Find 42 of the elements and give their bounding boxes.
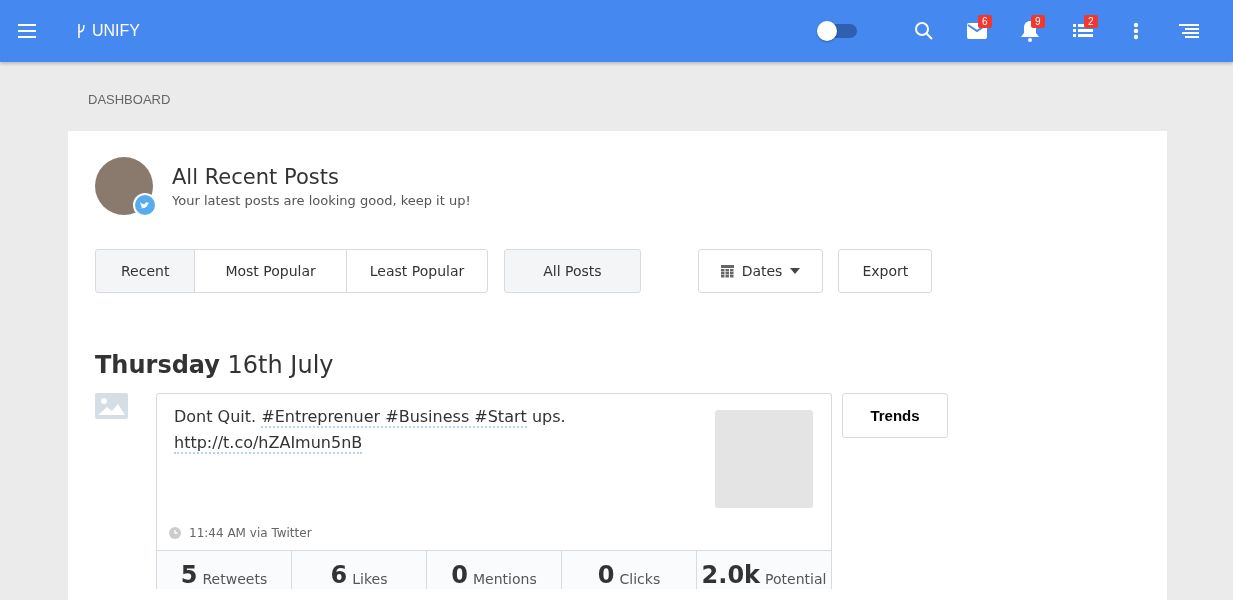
count-badge: 6	[978, 15, 992, 28]
stat-value: 0	[597, 561, 615, 589]
date-heading: Thursday 16th July	[95, 351, 335, 379]
post-text: Dont Quit. #Entreprenuer #Business #Start ups. http://t.co/hZAImun5nB	[174, 406, 567, 456]
count-badge: 9	[1031, 15, 1045, 28]
export-button[interactable]: Export	[838, 249, 933, 293]
brand-name: UNIFY	[92, 22, 140, 40]
sort-tab[interactable]: Recent	[95, 249, 196, 293]
stat-value: 5	[180, 561, 198, 589]
stat-value: 2.0k	[701, 561, 761, 589]
stat-value: 0	[451, 561, 468, 589]
trends-button[interactable]: Trends	[842, 393, 948, 438]
image-icon	[95, 393, 128, 419]
more-icon	[1132, 22, 1139, 40]
bird-badge-icon	[133, 193, 157, 217]
list-button[interactable]: 2	[1056, 11, 1109, 51]
bell-button[interactable]: 9	[1003, 11, 1056, 51]
dates-dropdown[interactable]: Dates	[697, 249, 824, 293]
menu-icon[interactable]	[18, 24, 36, 38]
post-link[interactable]: #Entreprenuer #Business #Start	[261, 407, 527, 428]
filter-button[interactable]: All Posts	[504, 249, 641, 293]
stat-label: Potential	[765, 571, 827, 589]
calendar-icon	[720, 264, 734, 278]
stat-label: Likes	[352, 571, 388, 589]
breadcrumb[interactable]: DASHBOARD	[88, 92, 171, 107]
caret-icon	[790, 268, 801, 274]
stat-value: 6	[330, 561, 348, 589]
sort-tab[interactable]: Most Popular	[194, 249, 347, 293]
section-title: All Recent Posts	[172, 164, 340, 189]
sort-tab[interactable]: Least Popular	[345, 249, 489, 293]
stat-label: Clicks	[619, 571, 661, 589]
align-right-icon	[1178, 23, 1199, 39]
section-subtitle: Your latest posts are looking good, keep it up!	[172, 192, 471, 208]
post-link[interactable]: http://t.co/hZAImun5nB	[174, 433, 363, 454]
clock-icon	[169, 527, 181, 539]
count-badge: 2	[1084, 15, 1098, 28]
search-icon	[913, 21, 934, 41]
logo-icon	[76, 23, 86, 39]
stat-label: Mentions	[473, 571, 537, 589]
stat-label: Retweets	[202, 571, 268, 589]
post-meta: 11:44 AM via Twitter	[189, 526, 312, 540]
mail-button[interactable]: 6	[950, 11, 1003, 51]
